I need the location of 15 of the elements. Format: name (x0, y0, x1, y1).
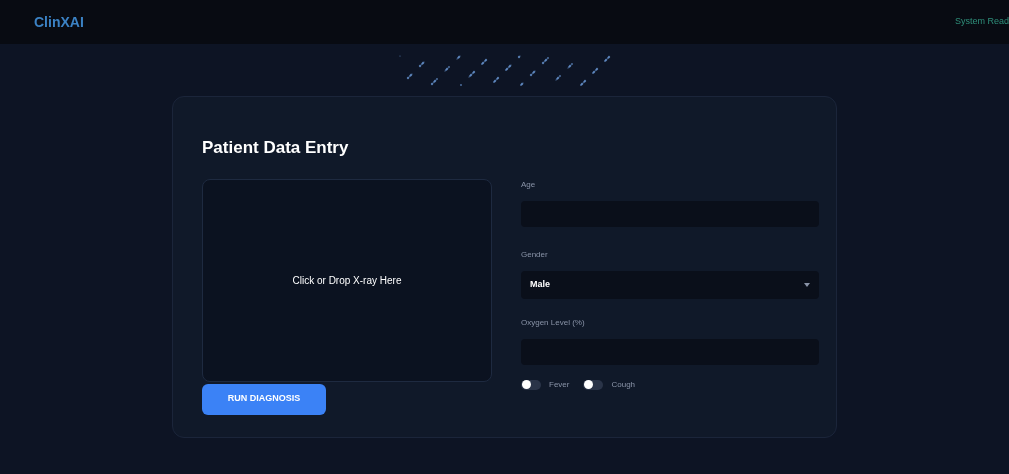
toggle-label: Fever (549, 378, 570, 391)
gender-select[interactable]: Male (521, 270, 819, 299)
toggle-label: Cough (611, 378, 636, 391)
run-diagnosis-button[interactable]: RUN DIAGNOSIS (202, 383, 326, 415)
caret-icon (804, 282, 810, 287)
form-title: Patient Data Entry (202, 137, 350, 159)
select-value: Male (530, 277, 550, 291)
toggle-switch[interactable] (583, 379, 604, 390)
field-label: Age (521, 178, 537, 191)
field-label: Oxygen Level (%) (521, 316, 586, 329)
field-label: Gender (521, 248, 549, 261)
toggle-switch[interactable] (521, 379, 541, 390)
status-text: System Read (954, 15, 1009, 29)
logo-text: ClinXAI (34, 12, 84, 32)
xray-drop-zone[interactable]: Click or Drop X-ray Here (202, 178, 492, 382)
